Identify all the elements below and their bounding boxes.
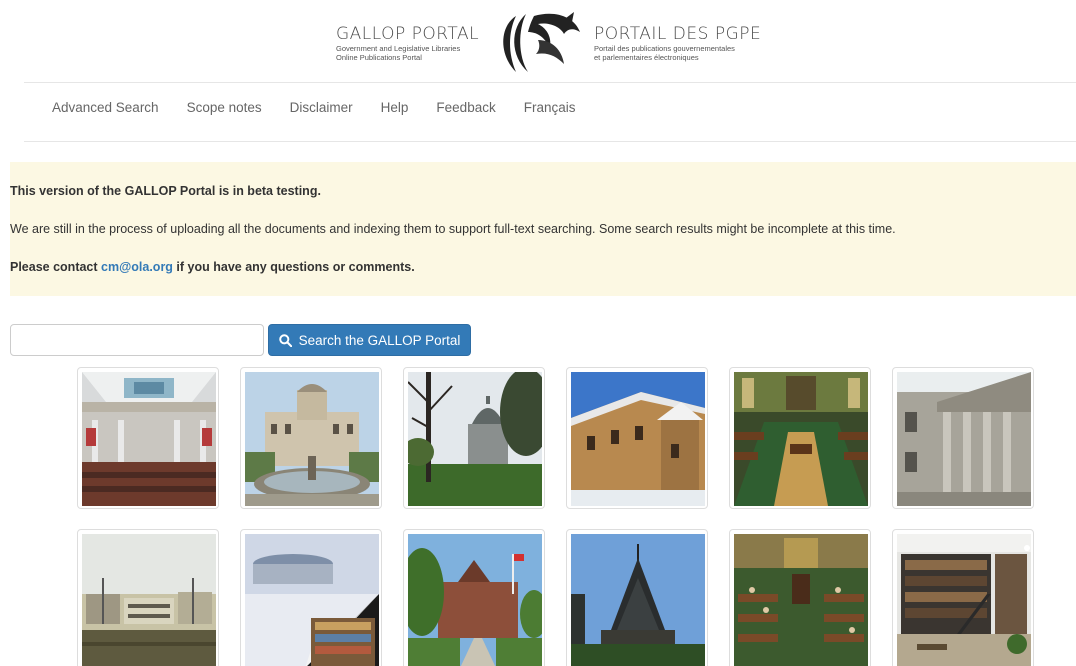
horse-logo-icon: [503, 12, 580, 72]
gallery-image-chamber-skylight[interactable]: [77, 367, 219, 509]
snow-building-image: [571, 372, 705, 506]
search-button[interactable]: Search the GALLOP Portal: [268, 324, 471, 356]
nav-advanced-search[interactable]: Advanced Search: [38, 92, 173, 124]
nav-divider: [24, 141, 1076, 142]
gallery-image-building-fountain[interactable]: [240, 367, 382, 509]
notice-contact: Please contact cm@ola.org if you have an…: [10, 259, 415, 275]
gallery-image-page-curl-library[interactable]: [240, 529, 382, 666]
gallery-image-gothic-spire[interactable]: [566, 529, 708, 666]
logo-english-text: GALLOP PORTAL Government and Legislative…: [336, 24, 496, 62]
nav-disclaimer[interactable]: Disclaimer: [276, 92, 367, 124]
beta-notice: This version of the GALLOP Portal is in …: [10, 162, 1076, 296]
logo-en-subtitle-2: Online Publications Portal: [336, 53, 422, 62]
gothic-spire-image: [571, 534, 705, 666]
chamber-skylight-image: [82, 372, 216, 506]
gallery-image-red-legislature[interactable]: [403, 529, 545, 666]
gallery-image-modern-buildings[interactable]: [77, 529, 219, 666]
notice-body: We are still in the process of uploading…: [10, 222, 896, 236]
nav-francais[interactable]: Français: [510, 92, 590, 124]
gallery-image-snow-building[interactable]: [566, 367, 708, 509]
notice-heading: This version of the GALLOP Portal is in …: [10, 184, 321, 198]
chamber-members-image: [734, 534, 868, 666]
red-legislature-image: [408, 534, 542, 666]
header-divider: [24, 82, 1076, 83]
columned-facade-image: [897, 372, 1031, 506]
logo-en-subtitle-1: Government and Legislative Libraries: [336, 44, 461, 53]
search-input[interactable]: [10, 324, 264, 356]
search-button-label: Search the GALLOP Portal: [298, 332, 461, 348]
modern-buildings-image: [82, 534, 216, 666]
building-fountain-image: [245, 372, 379, 506]
site-logo[interactable]: GALLOP PORTAL Government and Legislative…: [336, 10, 766, 76]
gallery-image-green-chamber[interactable]: [729, 367, 871, 509]
gallery-image-columned-facade[interactable]: [892, 367, 1034, 509]
logo-en-title: GALLOP PORTAL: [336, 24, 480, 44]
nav-scope-notes[interactable]: Scope notes: [173, 92, 276, 124]
contact-suffix: if you have any questions or comments.: [172, 260, 415, 274]
page-curl-library-image: [245, 534, 379, 666]
nav-help[interactable]: Help: [367, 92, 423, 124]
dome-trees-image: [408, 372, 542, 506]
library-interior-image: [897, 534, 1031, 666]
contact-email-link[interactable]: cm@ola.org: [101, 260, 173, 274]
logo-fr-subtitle-2: et parlementaires électroniques: [594, 53, 699, 62]
logo-fr-subtitle-1: Portail des publications gouvernementale…: [594, 44, 735, 53]
logo-fr-title: PORTAIL DES PGPE: [594, 24, 762, 44]
gallery-image-chamber-members[interactable]: [729, 529, 871, 666]
search-icon: [278, 333, 292, 347]
contact-prefix: Please contact: [10, 260, 102, 274]
nav-feedback[interactable]: Feedback: [422, 92, 509, 124]
logo-french-text: PORTAIL DES PGPE Portail des publication…: [594, 24, 769, 62]
gallery-image-dome-trees[interactable]: [403, 367, 545, 509]
green-chamber-image: [734, 372, 868, 506]
main-nav: Advanced Search Scope notes Disclaimer H…: [38, 92, 589, 124]
gallery-image-library-interior[interactable]: [892, 529, 1034, 666]
